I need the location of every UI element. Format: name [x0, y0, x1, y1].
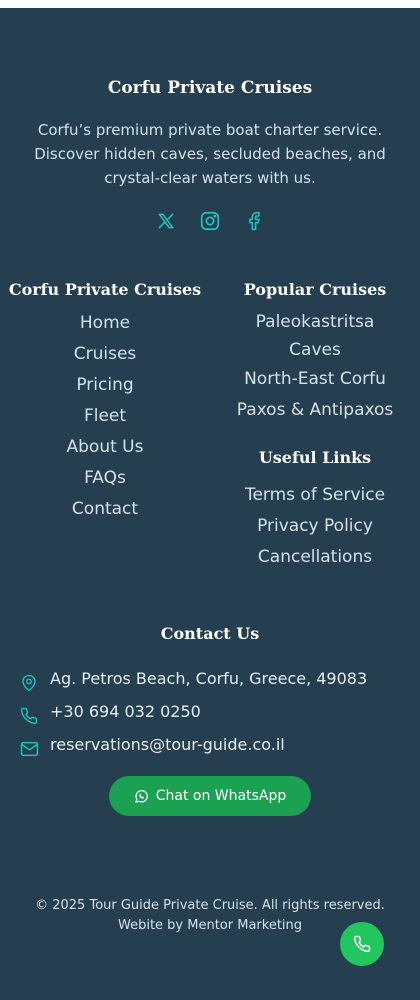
- whatsapp-icon: [134, 788, 150, 804]
- nav-column-heading: Corfu Private Cruises: [8, 280, 202, 299]
- facebook-icon[interactable]: [243, 210, 265, 232]
- contact-address: Ag. Petros Beach, Corfu, Greece, 49083: [18, 662, 414, 695]
- call-button[interactable]: [340, 922, 384, 966]
- popular-cruises-heading: Popular Cruises: [243, 280, 387, 299]
- cruises-column: Popular Cruises Paleokastritsa Caves Nor…: [210, 276, 420, 573]
- address-text: Ag. Petros Beach, Corfu, Greece, 49083: [50, 669, 368, 688]
- useful-links-heading: Useful Links: [258, 448, 372, 467]
- footer-link-cancellations[interactable]: Cancellations: [210, 542, 420, 573]
- footer-link-pricing[interactable]: Pricing: [0, 370, 210, 401]
- footer-link-paxos-antipaxos[interactable]: Paxos & Antipaxos: [210, 395, 420, 426]
- footer-link-privacy[interactable]: Privacy Policy: [210, 511, 420, 542]
- nav-column: Corfu Private Cruises Home Cruises Prici…: [0, 276, 210, 525]
- map-pin-icon: [18, 672, 40, 694]
- contact-list: Ag. Petros Beach, Corfu, Greece, 49083 +…: [18, 662, 414, 761]
- brand-description: Corfu’s premium private boat charter ser…: [34, 121, 386, 187]
- social-links: [0, 210, 420, 232]
- footer-link-fleet[interactable]: Fleet: [0, 401, 210, 432]
- contact-email[interactable]: reservations@tour-guide.co.il: [18, 728, 414, 761]
- footer-link-terms[interactable]: Terms of Service: [210, 480, 420, 511]
- phone-icon: [18, 705, 40, 727]
- footer-link-contact[interactable]: Contact: [0, 494, 210, 525]
- phone-icon: [353, 935, 371, 953]
- footer-link-north-east-corfu[interactable]: North-East Corfu: [210, 364, 420, 395]
- whatsapp-label: Chat on WhatsApp: [155, 788, 287, 804]
- whatsapp-chat-button[interactable]: Chat on WhatsApp: [109, 776, 311, 816]
- phone-text[interactable]: +30 694 032 0250: [50, 702, 201, 721]
- instagram-icon[interactable]: [199, 210, 221, 232]
- footer-link-paleokastritsa-caves[interactable]: Paleokastritsa Caves: [210, 308, 420, 364]
- x-twitter-icon[interactable]: [155, 210, 177, 232]
- footer-link-cruises[interactable]: Cruises: [0, 339, 210, 370]
- footer-link-faqs[interactable]: FAQs: [0, 463, 210, 494]
- contact-heading: Contact Us: [160, 624, 260, 643]
- brand-title: Corfu Private Cruises: [107, 78, 313, 98]
- footer-link-home[interactable]: Home: [0, 308, 210, 339]
- email-text[interactable]: reservations@tour-guide.co.il: [50, 735, 285, 754]
- site-footer: Corfu Private Cruises Corfu’s premium pr…: [0, 8, 420, 1000]
- footer-link-about-us[interactable]: About Us: [0, 432, 210, 463]
- contact-phone[interactable]: +30 694 032 0250: [18, 695, 414, 728]
- mail-icon: [18, 738, 40, 760]
- copyright-text: © 2025 Tour Guide Private Cruise. All ri…: [35, 898, 385, 913]
